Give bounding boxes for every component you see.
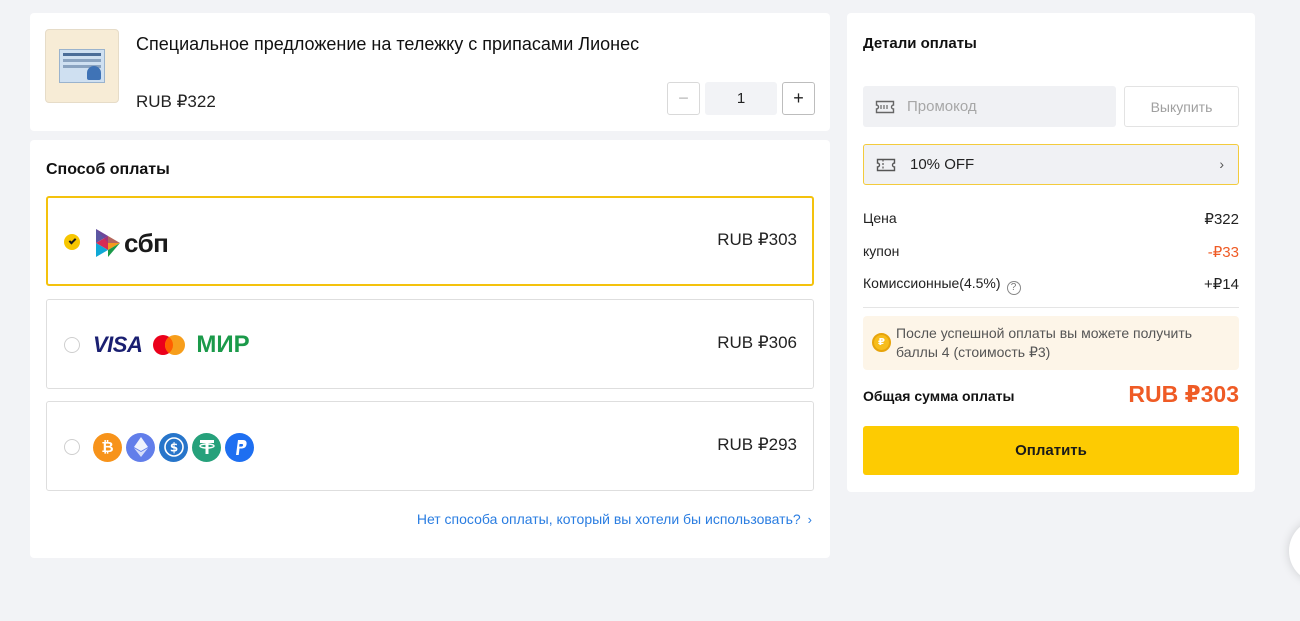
mir-logo: МИР [196, 331, 250, 358]
radio-crypto[interactable] [64, 439, 80, 455]
tether-icon [192, 432, 221, 462]
usdc-icon: $ [159, 432, 188, 462]
price-label: Цена [863, 210, 897, 226]
no-payment-method-text: Нет способа оплаты, который вы хотели бы… [416, 511, 801, 527]
payment-method-cards[interactable]: VISA МИР RUB ₽306 [46, 299, 814, 389]
coin-icon: ₽ [872, 333, 891, 352]
radio-sbp-checked[interactable] [64, 234, 80, 250]
coupon-discount-value: -₽33 [1207, 244, 1239, 261]
quantity-increase-button[interactable]: + [782, 82, 815, 115]
commission-value: +₽14 [1204, 276, 1239, 293]
ethereum-icon [126, 432, 155, 462]
payment-method-price: RUB ₽306 [717, 333, 797, 352]
price-row: Цена ₽322 [863, 210, 1239, 228]
ticket-icon [875, 100, 895, 113]
paypal-icon [225, 432, 254, 462]
sbp-logo-text: сбп [124, 227, 169, 258]
payment-details-title: Детали оплаты [863, 35, 977, 52]
crypto-logos: ₿ $ [93, 430, 258, 464]
promo-code-input[interactable] [907, 98, 1097, 115]
payment-method-price: RUB ₽293 [717, 435, 797, 454]
product-image [59, 49, 105, 83]
bitcoin-icon: ₿ [93, 432, 122, 462]
coupon-row-label: купон [863, 243, 900, 259]
payment-details-card: Детали оплаты Выкупить 10% OFF › Цена ₽3… [847, 13, 1255, 492]
check-icon [68, 236, 76, 245]
payment-method-price: RUB ₽303 [717, 230, 797, 249]
radio-cards[interactable] [64, 337, 80, 353]
payment-method-sbp[interactable]: сбп RUB ₽303 [46, 196, 814, 286]
total-label: Общая сумма оплаты [863, 388, 1015, 404]
product-price: RUB ₽322 [136, 92, 216, 111]
help-icon[interactable]: ? [1006, 280, 1021, 295]
chat-bubble-button[interactable] [1289, 519, 1300, 583]
coupon-selector[interactable]: 10% OFF › [863, 144, 1239, 185]
coupon-discount-row: купон -₽33 [863, 243, 1239, 261]
coupon-label: 10% OFF [910, 156, 975, 173]
points-info-text: После успешной оплаты вы можете получить… [896, 325, 1193, 360]
svg-text:$: $ [169, 441, 177, 455]
product-card: Специальное предложение на тележку с при… [30, 13, 830, 131]
coupon-icon [876, 158, 896, 171]
total-value: RUB ₽303 [1128, 381, 1239, 407]
redeem-button[interactable]: Выкупить [1124, 86, 1239, 127]
points-info-box: ₽ После успешной оплаты вы можете получи… [863, 316, 1239, 370]
divider [863, 307, 1239, 308]
quantity-decrease-button[interactable]: − [667, 82, 700, 115]
price-value: ₽322 [1204, 211, 1239, 228]
payment-method-crypto[interactable]: ₿ $ RUB ₽293 [46, 401, 814, 491]
card-logos: VISA МИР [93, 328, 250, 362]
promo-code-box [863, 86, 1116, 127]
quantity-stepper: − 1 + [667, 82, 815, 115]
product-thumbnail [45, 29, 119, 103]
payment-method-title: Способ оплаты [46, 161, 170, 178]
mastercard-icon [153, 335, 186, 355]
commission-row: Комиссионные(4.5%)? +₽14 [863, 275, 1239, 295]
quantity-value[interactable]: 1 [705, 82, 777, 115]
payment-methods-card: Способ оплаты сбп RUB ₽303 VISA МИР RUB … [30, 140, 830, 558]
sbp-triangle-icon [96, 229, 120, 257]
pay-button[interactable]: Оплатить [863, 426, 1239, 475]
sbp-logo: сбп [94, 226, 169, 260]
no-payment-method-link[interactable]: Нет способа оплаты, который вы хотели бы… [417, 511, 812, 527]
chevron-right-icon: › [1219, 156, 1224, 172]
product-title: Специальное предложение на тележку с при… [136, 34, 640, 54]
commission-label: Комиссионные(4.5%) [863, 275, 1001, 291]
chevron-right-icon: › [807, 511, 812, 527]
visa-logo: VISA [93, 332, 143, 357]
